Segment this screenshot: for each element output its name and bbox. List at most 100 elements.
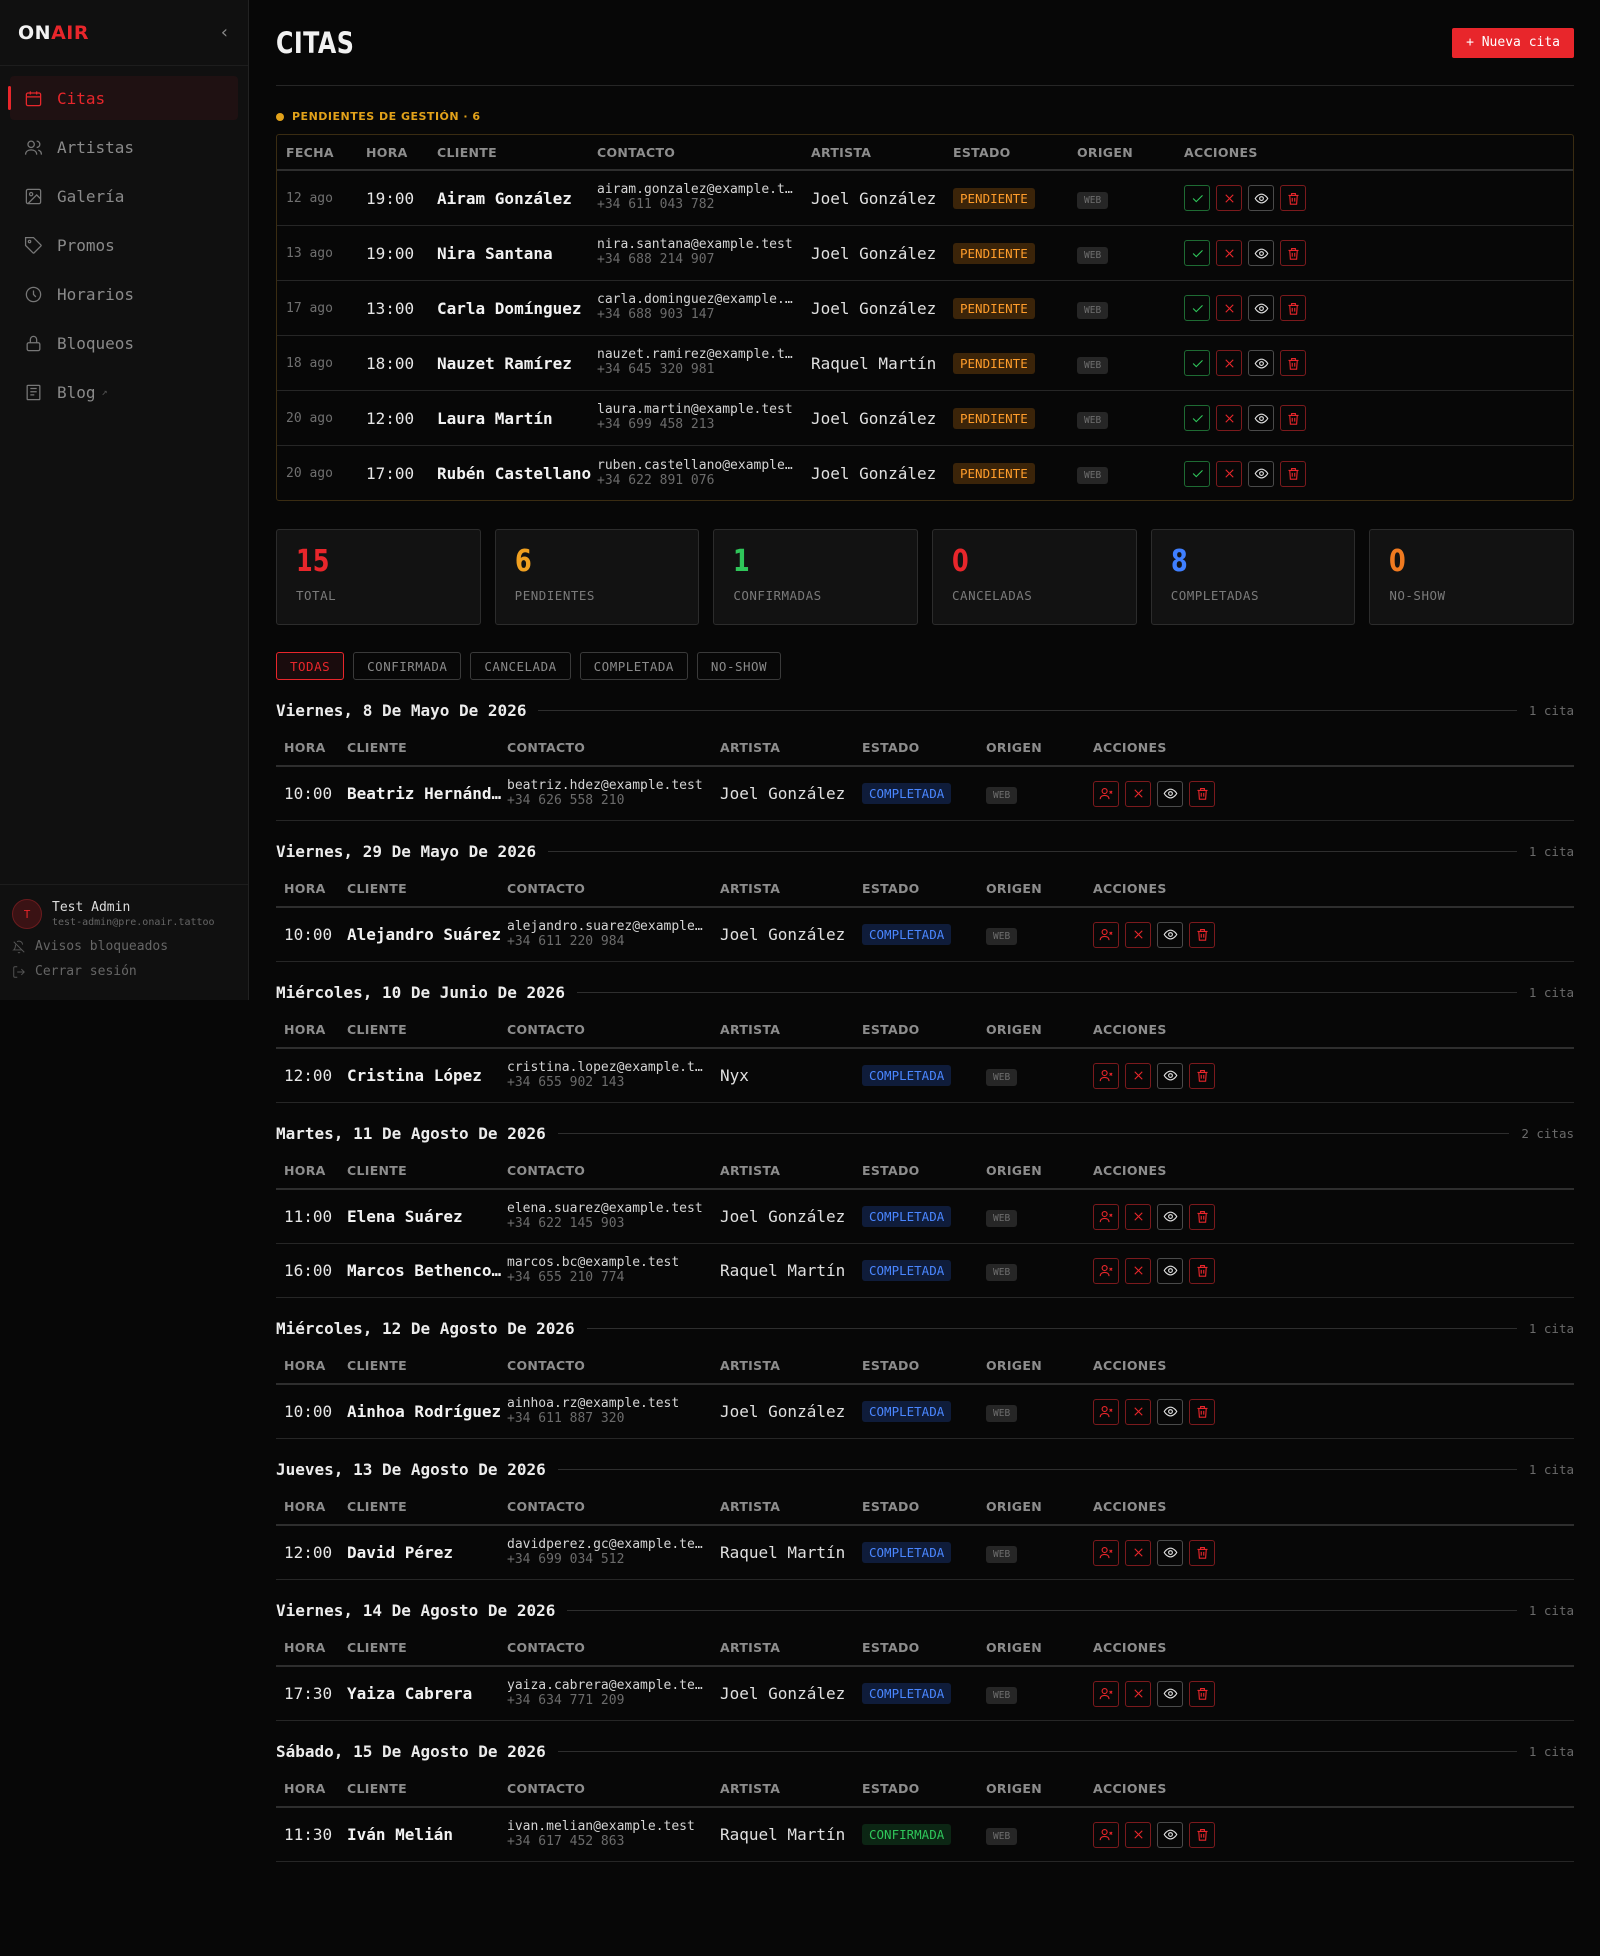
table-row[interactable]: 20 ago 12:00 Laura Martín laura.martin@exam… (277, 391, 1573, 446)
client-name: Cristina López (347, 1066, 482, 1085)
confirm-button[interactable] (1184, 350, 1210, 376)
cancel-button[interactable] (1125, 1821, 1151, 1848)
delete-button[interactable] (1280, 295, 1306, 321)
cancel-button[interactable] (1125, 1257, 1151, 1284)
client-email: cristina.lopez@example.test (507, 1060, 708, 1075)
sidebar-item-horarios[interactable]: Horarios (10, 272, 238, 316)
delete-button[interactable] (1189, 1257, 1215, 1284)
user-profile[interactable]: T Test Admin test-admin@pre.onair.tattoo (12, 899, 236, 929)
filter-confirmada[interactable]: CONFIRMADA (353, 652, 462, 680)
view-button[interactable] (1248, 460, 1274, 487)
table-row[interactable]: 18 ago 18:00 Nauzet Ramírez nauzet.ramirez@… (277, 336, 1573, 391)
table-row[interactable]: 12:00 David Pérez davidperez.gc@example.te… (276, 1526, 1574, 1580)
no-show-button[interactable] (1093, 780, 1119, 807)
view-button[interactable] (1157, 1539, 1183, 1566)
sidebar-item-galeria[interactable]: Galería (10, 174, 238, 218)
cancel-button[interactable] (1216, 185, 1242, 211)
no-show-button[interactable] (1093, 1257, 1119, 1284)
delete-button[interactable] (1189, 921, 1215, 948)
table-row[interactable]: 16:00 Marcos Bethencourt marcos.bc@example… (276, 1244, 1574, 1298)
view-button[interactable] (1248, 185, 1274, 211)
confirm-button[interactable] (1184, 295, 1210, 321)
delete-button[interactable] (1280, 185, 1306, 211)
confirm-button[interactable] (1184, 240, 1210, 266)
view-button[interactable] (1157, 1680, 1183, 1707)
cancel-button[interactable] (1125, 1680, 1151, 1707)
logo[interactable]: ONAIR (18, 22, 89, 44)
view-button[interactable] (1248, 295, 1274, 321)
view-button[interactable] (1157, 921, 1183, 948)
sidebar-item-artistas[interactable]: Artistas (10, 125, 238, 169)
table-row[interactable]: 13 ago 19:00 Nira Santana nira.santana@exam… (277, 226, 1573, 281)
no-show-button[interactable] (1093, 1539, 1119, 1566)
delete-button[interactable] (1189, 1203, 1215, 1230)
origin-cell: WEB (986, 1260, 1093, 1281)
date-group-table: HORA CLIENTE CONTACTO ARTISTA ESTADO ORIGEN AC… (276, 1770, 1574, 1862)
sidebar-item-citas[interactable]: Citas (8, 76, 238, 120)
confirm-button[interactable] (1184, 460, 1210, 487)
table-row[interactable]: 12:00 Cristina López cristina.lopez@exampl… (276, 1049, 1574, 1103)
table-row[interactable]: 10:00 Alejandro Suárez alejandro.suarez@ex… (276, 908, 1574, 962)
filter-no-show[interactable]: NO-SHOW (696, 652, 782, 680)
delete-button[interactable] (1189, 780, 1215, 807)
delete-button[interactable] (1189, 1539, 1215, 1566)
view-button[interactable] (1248, 350, 1274, 376)
sidebar-item-promos[interactable]: Promos (10, 223, 238, 267)
confirm-button[interactable] (1184, 405, 1210, 431)
view-button[interactable] (1157, 1398, 1183, 1425)
trash-icon (1197, 928, 1207, 941)
delete-button[interactable] (1189, 1398, 1215, 1425)
delete-button[interactable] (1280, 405, 1306, 431)
cancel-button[interactable] (1125, 780, 1151, 807)
no-show-button[interactable] (1093, 1821, 1119, 1848)
view-button[interactable] (1248, 405, 1274, 431)
cancel-button[interactable] (1125, 1203, 1151, 1230)
view-button[interactable] (1157, 780, 1183, 807)
cancel-button[interactable] (1125, 921, 1151, 948)
notices-toggle[interactable]: Avisos bloqueados (12, 939, 236, 954)
cancel-button[interactable] (1216, 405, 1242, 431)
no-show-button[interactable] (1093, 1203, 1119, 1230)
cancel-button[interactable] (1125, 1539, 1151, 1566)
new-appointment-button[interactable]: + Nueva cita (1452, 27, 1574, 58)
table-row[interactable]: 20 ago 17:00 Rubén Castellano ruben.castell… (277, 446, 1573, 500)
delete-button[interactable] (1280, 240, 1306, 266)
table-row[interactable]: 12 ago 19:00 Airam González airam.gonzalez@… (277, 171, 1573, 226)
table-row[interactable]: 17 ago 13:00 Carla Domínguez carla.domingue… (277, 281, 1573, 336)
delete-button[interactable] (1280, 460, 1306, 487)
actions-cell (1184, 240, 1384, 266)
no-show-button[interactable] (1093, 1062, 1119, 1089)
table-row[interactable]: 10:00 Beatriz Hernández beatriz.hdez@examp… (276, 767, 1574, 821)
filter-cancelada[interactable]: CANCELADA (470, 652, 571, 680)
view-button[interactable] (1157, 1062, 1183, 1089)
delete-button[interactable] (1280, 350, 1306, 376)
collapse-sidebar-icon[interactable]: ‹ (219, 22, 230, 43)
filter-completada[interactable]: COMPLETADA (579, 652, 688, 680)
cancel-button[interactable] (1125, 1398, 1151, 1425)
confirm-button[interactable] (1184, 185, 1210, 211)
cancel-button[interactable] (1216, 295, 1242, 321)
no-show-button[interactable] (1093, 1680, 1119, 1707)
cancel-button[interactable] (1125, 1062, 1151, 1089)
table-row[interactable]: 11:30 Iván Melián ivan.melian@example.test… (276, 1808, 1574, 1862)
actions-cell (1093, 1821, 1293, 1848)
view-button[interactable] (1157, 1203, 1183, 1230)
delete-button[interactable] (1189, 1680, 1215, 1707)
delete-button[interactable] (1189, 1821, 1215, 1848)
no-show-button[interactable] (1093, 1398, 1119, 1425)
view-button[interactable] (1248, 240, 1274, 266)
table-row[interactable]: 17:30 Yaiza Cabrera yaiza.cabrera@example.… (276, 1667, 1574, 1721)
view-button[interactable] (1157, 1821, 1183, 1848)
delete-button[interactable] (1189, 1062, 1215, 1089)
view-button[interactable] (1157, 1257, 1183, 1284)
cancel-button[interactable] (1216, 350, 1242, 376)
no-show-button[interactable] (1093, 921, 1119, 948)
filter-todas[interactable]: TODAS (276, 652, 345, 680)
table-row[interactable]: 10:00 Ainhoa Rodríguez ainhoa.rz@example.t… (276, 1385, 1574, 1439)
logout-link[interactable]: Cerrar sesión (12, 964, 236, 979)
sidebar-item-bloqueos[interactable]: Bloqueos (10, 321, 238, 365)
sidebar-item-blog[interactable]: Blog ↗ (10, 370, 238, 414)
table-row[interactable]: 11:00 Elena Suárez elena.suarez@example.te… (276, 1190, 1574, 1244)
cancel-button[interactable] (1216, 460, 1242, 487)
cancel-button[interactable] (1216, 240, 1242, 266)
